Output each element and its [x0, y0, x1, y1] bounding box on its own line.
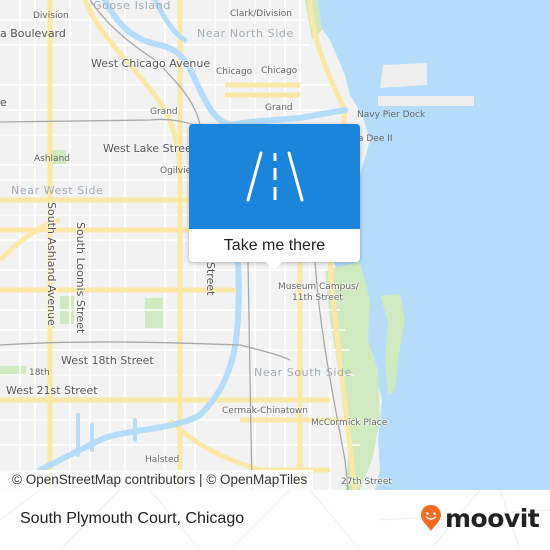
place-name: South Plymouth Court, Chicago: [20, 510, 245, 527]
map-attribution: © OpenStreetMap contributors | © OpenMap…: [0, 470, 314, 490]
label-ashland: Ashland: [34, 154, 70, 164]
label-dee-ii: a Dee II: [358, 134, 393, 144]
moovit-logo[interactable]: moovit: [420, 503, 540, 533]
park-west: [145, 298, 163, 328]
road-icon: [246, 151, 303, 201]
osm-attribution-link[interactable]: © OpenStreetMap contributors: [12, 472, 195, 487]
label-ogilvie: Ogilvie: [160, 166, 192, 176]
label-west-lake-street: West Lake Street: [103, 142, 197, 155]
label-near-south-side: Near South Side: [254, 366, 353, 379]
label-11th-street: 11th Street: [292, 293, 343, 303]
label-near-north-side: Near North Side: [197, 27, 294, 40]
take-me-there-button[interactable]: Take me there: [189, 229, 360, 262]
label-museum-campus: Museum Campus/: [278, 282, 359, 292]
take-me-there-popup[interactable]: Take me there: [189, 124, 360, 270]
popup-icon-area[interactable]: [189, 124, 360, 229]
label-chicago-station-1: Chicago: [216, 67, 253, 77]
label-18th: 18th: [29, 368, 50, 378]
navy-pier-base: [380, 63, 427, 88]
label-clark-division: Clark/Division: [230, 9, 292, 19]
label-west-21st-street: West 21st Street: [6, 384, 98, 397]
label-goose-island: Goose Island: [93, 0, 171, 12]
label-mccormick-place: McCormick Place: [311, 418, 388, 428]
label-south-ashland-avenue: South Ashland Avenue: [45, 202, 58, 326]
label-near-west-side: Near West Side: [11, 184, 104, 197]
popup-pointer: [265, 261, 283, 270]
label-chicago-station-2: Chicago: [261, 66, 298, 76]
moovit-pin-icon: [421, 505, 441, 531]
map-view[interactable]: Goose Island Division Clark/Division a B…: [0, 0, 550, 490]
label-boulevard: a Boulevard: [0, 27, 66, 40]
label-grand-2: Grand: [265, 103, 293, 113]
navy-pier: [378, 96, 474, 106]
label-south-loomis-street: South Loomis Street: [74, 222, 87, 334]
label-cermak-chinatown: Cermak-Chinatown: [222, 406, 308, 416]
footer-bar: South Plymouth Court, Chicago moovit: [0, 490, 550, 550]
label-27th-street: 27th Street: [341, 477, 392, 487]
label-division: Division: [33, 11, 69, 21]
label-street: Street: [204, 262, 217, 296]
label-grand-1: Grand: [150, 107, 178, 117]
label-edge: e: [0, 96, 7, 109]
moovit-wordmark: moovit: [445, 503, 540, 533]
label-halsted: Halsted: [145, 455, 180, 465]
label-navy-pier-dock: Navy Pier Dock: [357, 110, 426, 120]
label-west-18th-street: West 18th Street: [61, 354, 154, 367]
omt-attribution-link[interactable]: © OpenMapTiles: [206, 472, 307, 487]
attribution-separator: |: [195, 472, 207, 487]
label-west-chicago-avenue: West Chicago Avenue: [91, 57, 211, 70]
